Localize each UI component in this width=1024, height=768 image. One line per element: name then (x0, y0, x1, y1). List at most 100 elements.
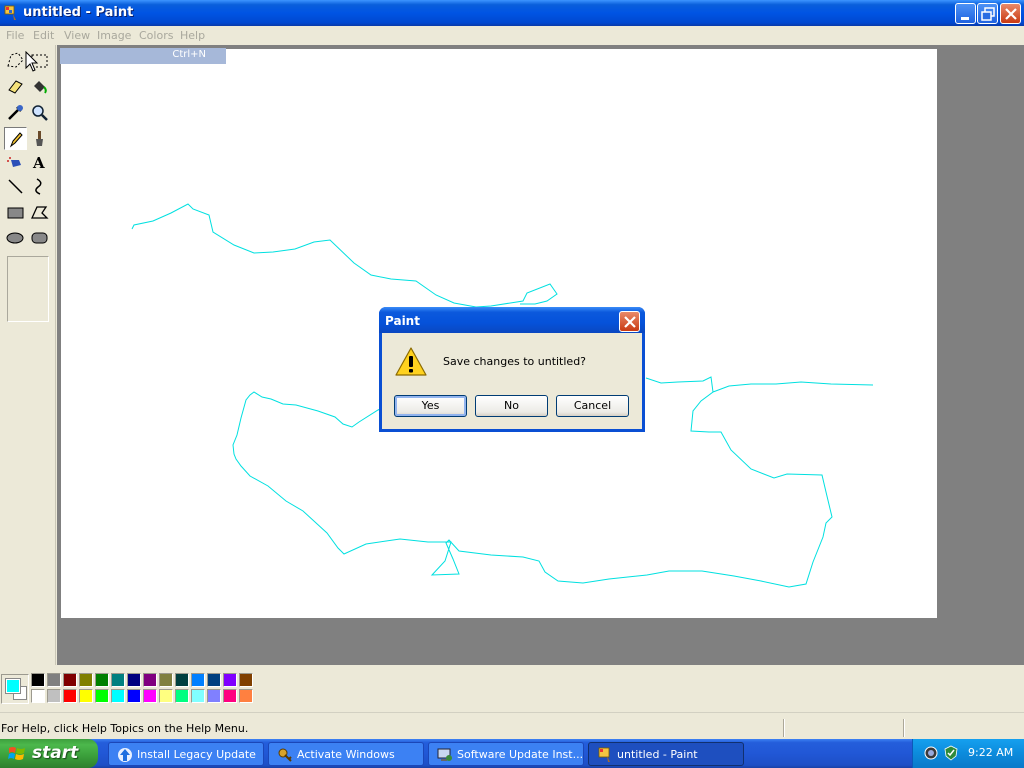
update-arrow-icon (118, 748, 132, 762)
color-palette (0, 665, 1024, 712)
close-button[interactable] (1000, 3, 1021, 24)
rectangle-icon[interactable] (4, 201, 27, 224)
restore-button[interactable] (977, 3, 998, 24)
eraser-icon[interactable] (4, 75, 27, 98)
color-swatch[interactable] (175, 673, 189, 687)
color-swatch[interactable] (175, 689, 189, 703)
task-software-update[interactable]: Software Update Inst... (428, 742, 584, 766)
minimize-button[interactable] (955, 3, 976, 24)
close-icon (1005, 8, 1017, 20)
dialog-title: Paint (385, 314, 420, 328)
color-swatch[interactable] (143, 673, 157, 687)
fill-with-color-icon[interactable] (28, 75, 51, 98)
brush-icon[interactable] (28, 127, 51, 150)
ellipse-icon[interactable] (4, 226, 27, 249)
color-swatch[interactable] (31, 689, 45, 703)
minimize-icon (961, 17, 969, 20)
airbrush-icon[interactable] (4, 151, 27, 174)
save-changes-dialog: Paint Save changes to untitled? Yes No C… (379, 307, 645, 432)
clock[interactable]: 9:22 AM (968, 746, 1013, 759)
polygon-icon[interactable] (28, 201, 51, 224)
color-swatch[interactable] (143, 689, 157, 703)
mouse-cursor-icon (25, 51, 39, 72)
update-shield-icon[interactable] (943, 745, 959, 761)
menu-shortcut: Ctrl+N (172, 49, 206, 60)
menu-file[interactable]: File (6, 29, 24, 42)
dialog-close-button[interactable] (619, 311, 640, 332)
dialog-body: Save changes to untitled? Yes No Cancel (382, 333, 642, 429)
restore-icon (981, 7, 995, 21)
task-install-legacy-update[interactable]: Install Legacy Update (108, 742, 264, 766)
tool-options-panel[interactable] (7, 256, 49, 322)
current-colors[interactable] (1, 674, 29, 704)
menu-colors[interactable]: Colors (139, 29, 173, 42)
task-label: Activate Windows (297, 748, 395, 761)
color-swatch[interactable] (191, 689, 205, 703)
title-bar[interactable]: untitled - Paint (0, 0, 1024, 26)
pencil-icon[interactable] (4, 127, 27, 150)
menu-image[interactable]: Image (97, 29, 131, 42)
color-swatch[interactable] (79, 689, 93, 703)
cancel-button[interactable]: Cancel (556, 395, 629, 417)
color-swatch[interactable] (63, 673, 77, 687)
toolbox: A (0, 45, 56, 665)
color-swatch[interactable] (111, 673, 125, 687)
start-button[interactable]: start (0, 739, 98, 768)
windows-flag-icon (8, 747, 25, 760)
svg-text:A: A (32, 154, 45, 172)
text-icon[interactable]: A (28, 151, 51, 174)
foreground-color (5, 678, 21, 694)
color-swatch[interactable] (127, 673, 141, 687)
task-activate-windows[interactable]: Activate Windows (268, 742, 424, 766)
menu-edit[interactable]: Edit (33, 29, 54, 42)
rounded-rectangle-icon[interactable] (28, 226, 51, 249)
color-swatch[interactable] (207, 673, 221, 687)
keys-icon (278, 748, 292, 762)
task-untitled-paint[interactable]: untitled - Paint (588, 742, 744, 766)
system-tray: 9:22 AM (912, 739, 1024, 768)
paint-brush-icon (4, 5, 16, 20)
color-swatch[interactable] (95, 689, 109, 703)
menu-help[interactable]: Help (180, 29, 205, 42)
no-button[interactable]: No (475, 395, 548, 417)
task-label: Software Update Inst... (457, 748, 584, 761)
line-icon[interactable] (4, 175, 27, 198)
color-swatch[interactable] (239, 689, 253, 703)
yes-button[interactable]: Yes (394, 395, 467, 417)
dialog-message: Save changes to untitled? (443, 355, 587, 368)
color-swatch[interactable] (95, 673, 109, 687)
status-separator (783, 719, 785, 737)
status-separator (903, 719, 905, 737)
status-bar: For Help, click Help Topics on the Help … (0, 712, 1024, 739)
taskbar: start Install Legacy Update Activate Win… (0, 739, 1024, 768)
menu-view[interactable]: View (64, 29, 90, 42)
color-swatch[interactable] (207, 689, 221, 703)
security-shield-icon[interactable] (923, 745, 939, 761)
color-swatch[interactable] (159, 689, 173, 703)
color-swatch[interactable] (239, 673, 253, 687)
color-swatch[interactable] (63, 689, 77, 703)
color-swatch[interactable] (31, 673, 45, 687)
window-title: untitled - Paint (23, 5, 134, 20)
color-swatch[interactable] (223, 673, 237, 687)
color-swatch[interactable] (79, 673, 93, 687)
close-icon (624, 316, 636, 328)
status-text: For Help, click Help Topics on the Help … (1, 722, 249, 735)
menu-bar: File Edit View Image Colors Help (0, 26, 1024, 45)
color-swatch[interactable] (191, 673, 205, 687)
pick-color-icon[interactable] (4, 101, 27, 124)
magnifier-icon[interactable] (28, 101, 51, 124)
color-swatch[interactable] (47, 673, 61, 687)
menu-item-new-highlight[interactable]: Ctrl+N (60, 48, 226, 64)
color-swatch[interactable] (127, 689, 141, 703)
color-swatch[interactable] (47, 689, 61, 703)
color-swatch[interactable] (159, 673, 173, 687)
warning-icon (395, 347, 427, 376)
dialog-title-bar[interactable]: Paint (379, 307, 645, 333)
color-swatch[interactable] (223, 689, 237, 703)
task-label: untitled - Paint (617, 748, 698, 761)
paint-brush-icon (598, 747, 610, 762)
curve-icon[interactable] (28, 175, 51, 198)
color-swatch[interactable] (111, 689, 125, 703)
free-form-select-icon[interactable] (4, 49, 27, 72)
